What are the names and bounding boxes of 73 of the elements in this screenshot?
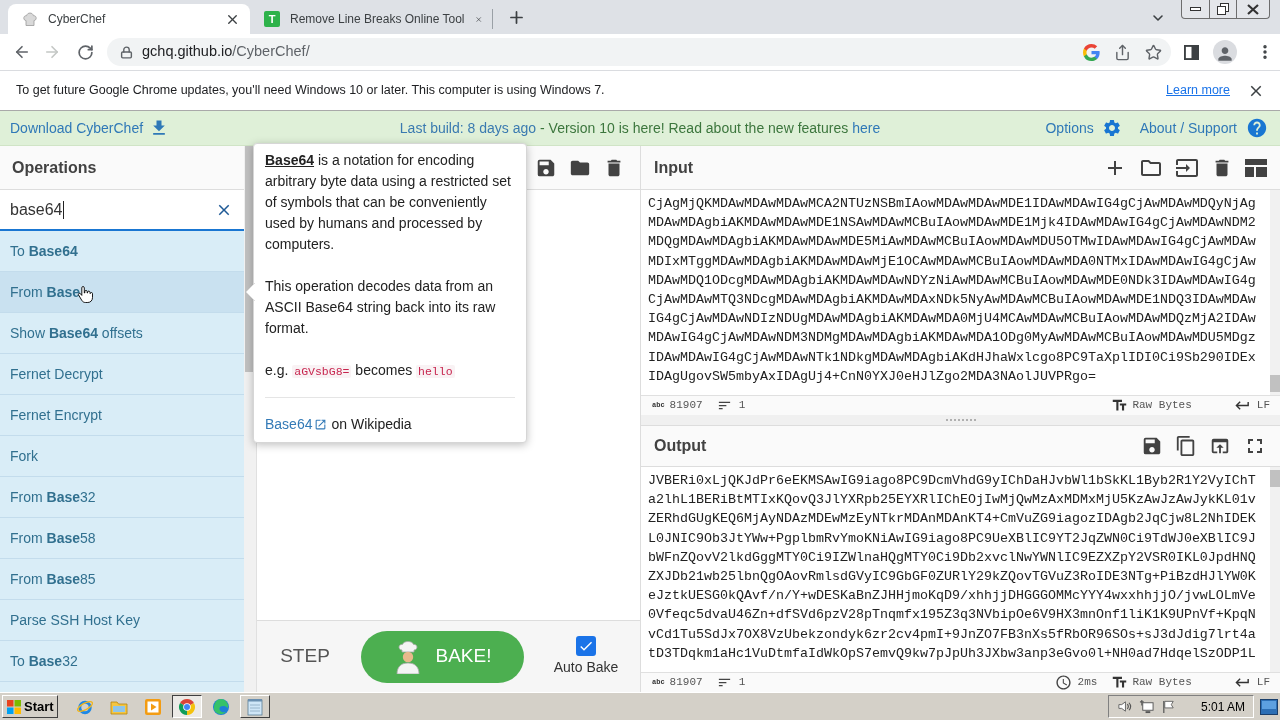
flag-icon[interactable] [1160, 699, 1176, 714]
example-text: e.g. aGVsbG8= becomes hello [265, 361, 456, 380]
search-field[interactable]: base64 [0, 190, 244, 231]
clock-icon [1054, 674, 1072, 691]
input-eol-button[interactable]: LF [1233, 397, 1270, 414]
resize-handle-icon[interactable] [945, 419, 976, 421]
output-eol-button[interactable]: LF [1233, 674, 1270, 691]
help-icon [1246, 117, 1268, 139]
time-text: 2ms [1077, 675, 1098, 691]
layout-icon[interactable] [1245, 158, 1267, 177]
show-desktop-icon[interactable] [1260, 698, 1278, 715]
close-icon [1247, 3, 1259, 15]
reload-icon[interactable] [77, 43, 94, 61]
network-icon[interactable] [1138, 699, 1154, 714]
chef-icon [393, 639, 422, 674]
input-encoding-button[interactable]: Raw Bytes [1111, 397, 1192, 414]
wave-logo-icon[interactable] [211, 697, 230, 716]
lock-icon[interactable] [120, 45, 133, 59]
panel-title: Operations [12, 157, 97, 178]
learn-more-link[interactable]: Learn more [1166, 81, 1230, 100]
options-link[interactable]: Options [1045, 117, 1122, 139]
build-info-text: Last build: 8 days ago [399, 118, 537, 138]
output-text-area[interactable]: JVBERi0xLjQKJdPr6eEKMSAwIG9iago8PC9DcmVhdG9yIChDaHJvbWl1bSkKL1Byb2R1Y2VyIChT a2lhL1BERiBtMTIxKQovQ3JlYXRpb25EYXRlIChEOjIwMjQwMzAxMDMxMjU5KzAwJzAwJykKL01v ZERhdGUgKEQ6MjAyNDAzMDEwMzEyNTkrMDAnMDAnKT4+CmVuZG9iagozIDAgb2JqCjw8L2NhIDEK L0JNIC9Ob3JtYWw+PgplbmRvYmoKNiAwIG9iago8PC9UeXBlIC9YT2JqZWN0Ci9TdWJ0eXBlIC9J bWFnZQovV2lkdGggMTY0Ci9IZWlnaHQgMTY0Ci9Db2xvclNwYWNlIC9EZXZpY2VSR0IKL0JpdHNQ ZXJDb21wb25lbnQgOAovRmlsdGVyIC9GbGF0ZURlY29kZQovTGVuZ3RoIDE3NTg+PiBzdHJlYW0K eJztkUESG0kQAvf/n/Y+wDESKaBnZJHHjmoKqD9/xhhjjDHGGGOMMcYYY4wxxhhjjO/jvwLOLmVe 0Vfeqc5dvaU46Zn+dfSVd6pzV28pTnqmfx195Z3q3NVbipOe6V9HX3mnOnf1liK1K9UPnVf+KpqN vCd1Tu5SdJx7OX8VzUbekzondyk6zr2cv4pmI+9JnZO7FB3nXs5fRbOR96SOs+sJ3dJdig7lrt4a tD3TDqkm1aHc1VuDtmfaIdWkOpS7emvQ9kw7pJpUh3JXbw3anp3eGvo0l+NH0ad7HdqelSzODP1L [641, 467, 1270, 672]
profile-avatar-icon[interactable] [1213, 40, 1237, 64]
description-text: Base64 is a notation for encoding arbitrary byte data using a restricted set of symbols that can be conveniently used by humans and processed by computers. [265, 151, 512, 254]
windows-flag-icon [6, 698, 22, 715]
minimize-icon [1190, 7, 1201, 11]
character-count: 81907 [669, 398, 703, 414]
details-text: This operation decodes data from an ASCII Base64 string back into its raw format. [265, 277, 497, 338]
panel-title: Output [654, 436, 707, 456]
panel-title: Input [654, 157, 694, 178]
auto-bake-checkbox[interactable] [576, 635, 596, 656]
browser-tab[interactable]: T Remove Line Breaks Online Tool [250, 4, 492, 34]
gear-icon [1101, 118, 1122, 138]
address-field[interactable]: gchq.github.io/CyberChef/ [107, 38, 1171, 66]
speaker-icon[interactable] [1116, 699, 1132, 714]
line-count: 1 [738, 398, 746, 414]
notepad-icon [246, 697, 263, 716]
taskbar-window-button[interactable] [171, 695, 202, 718]
notice-text: - Version 10 is here! Read about the new features here [540, 118, 881, 138]
start-button[interactable]: Start [2, 695, 58, 718]
external-link-icon [314, 418, 328, 431]
character-count: 81907 [669, 675, 703, 691]
new-tab-icon[interactable] [507, 8, 526, 27]
chef-hat-icon [22, 11, 38, 27]
clock-text: 5:01 AM [1200, 698, 1245, 716]
input-text-area[interactable]: CjAgMjQKMDAwMDAwMDAwMCA2NTUzNSBmIAowMDAwMDAwMDE1IDAwMDAwIG4gCjAwMDAwMDQyNjAg MDAwMDAgbiAKMDAwMDAwMDE1NSAwMDAwMCBuIAowMDAwMDE1Mjk4IDAwMDAwIG4gCjAwMDAwNDM2 MDQgMDAwMDAgbiAKMDAwMDAwMDE5MiAwMDAwMCBuIAowMDAwMDU5OTMwIDAwMDAwIG4gCjAwMDAw MDIxMTggMDAwMDAgbiAKMDAwMDAwMjE1OCAwMDAwMCBuIAowMDAwMDA0NTMxIDAwMDAwIG4gCjAw MDAwMDQ1ODcgMDAwMDAgbiAKMDAwMDAwNDYzNiAwMDAwMCBuIAowMDAwMDE0NDk3IDAwMDAwIG4g CjAwMDAwMTQ3NDcgMDAwMDAgbiAKMDAwMDAxNDk5NyAwMDAwMCBuIAowMDAwMDE1NDQ3IDAwMDAw IG4gCjAwMDAwNDIzNDUgMDAwMDAgbiAKMDAwMDA0MjU4MCAwMDAwMCBuIAowMDAwMDQzMjA2IDAw MDAwIG4gCjAwMDAwNDM3NDMgMDAwMDAgbiAKMDAwMDA1ODg0MyAwMDAwMCBuIAowMDAwMDU5MDgz IDAwMDAwIG4gCjAwMDAwNTk1NDkgMDAwMDAgbiAKdHJhaWxlcgo8PC9TaXplIDI0Ci9Sb290IDEx IDAgUgovSW5mbyAxIDAgUj4+CnN0YXJ0eHJlZgo2MDA3NAolJUVPRgo= [641, 190, 1270, 395]
download-link[interactable]: Download CyberChef [10, 117, 170, 139]
step-button[interactable]: STEP [279, 636, 331, 677]
scrollbar-thumb[interactable] [1270, 375, 1280, 392]
side-panel-icon[interactable] [1184, 44, 1199, 60]
back-icon[interactable] [13, 43, 31, 61]
wikipedia-link[interactable]: Base64 [265, 414, 328, 435]
link-suffix-text: on Wikipedia [331, 415, 412, 434]
about-support-link[interactable]: About / Support [1139, 117, 1268, 139]
site-favicon: T [264, 11, 280, 27]
copy-icon[interactable] [1175, 435, 1197, 457]
features-link[interactable]: here [852, 119, 881, 136]
scrollbar-thumb[interactable] [1270, 470, 1280, 487]
bake-button[interactable]: BAKE! [361, 630, 524, 683]
output-encoding-button[interactable]: Raw Bytes [1111, 674, 1192, 691]
update-message: To get future Google Chrome updates, you'll need Windows 10 or later. This computer is using Windows 7. [16, 82, 606, 100]
checkbox-label: Auto Bake [553, 657, 619, 677]
restore-icon [1217, 3, 1229, 15]
browser-tab[interactable]: CyberChef [8, 4, 250, 34]
share-icon[interactable] [1114, 43, 1131, 61]
operation-item[interactable]: From Base [0, 272, 244, 313]
save-icon[interactable] [1141, 435, 1163, 457]
browser-logo-icon [177, 697, 196, 716]
line-count: 1 [738, 675, 746, 691]
google-logo-icon[interactable] [1083, 43, 1100, 61]
star-icon[interactable] [1145, 43, 1162, 61]
scrollbar-thumb[interactable] [245, 146, 253, 372]
